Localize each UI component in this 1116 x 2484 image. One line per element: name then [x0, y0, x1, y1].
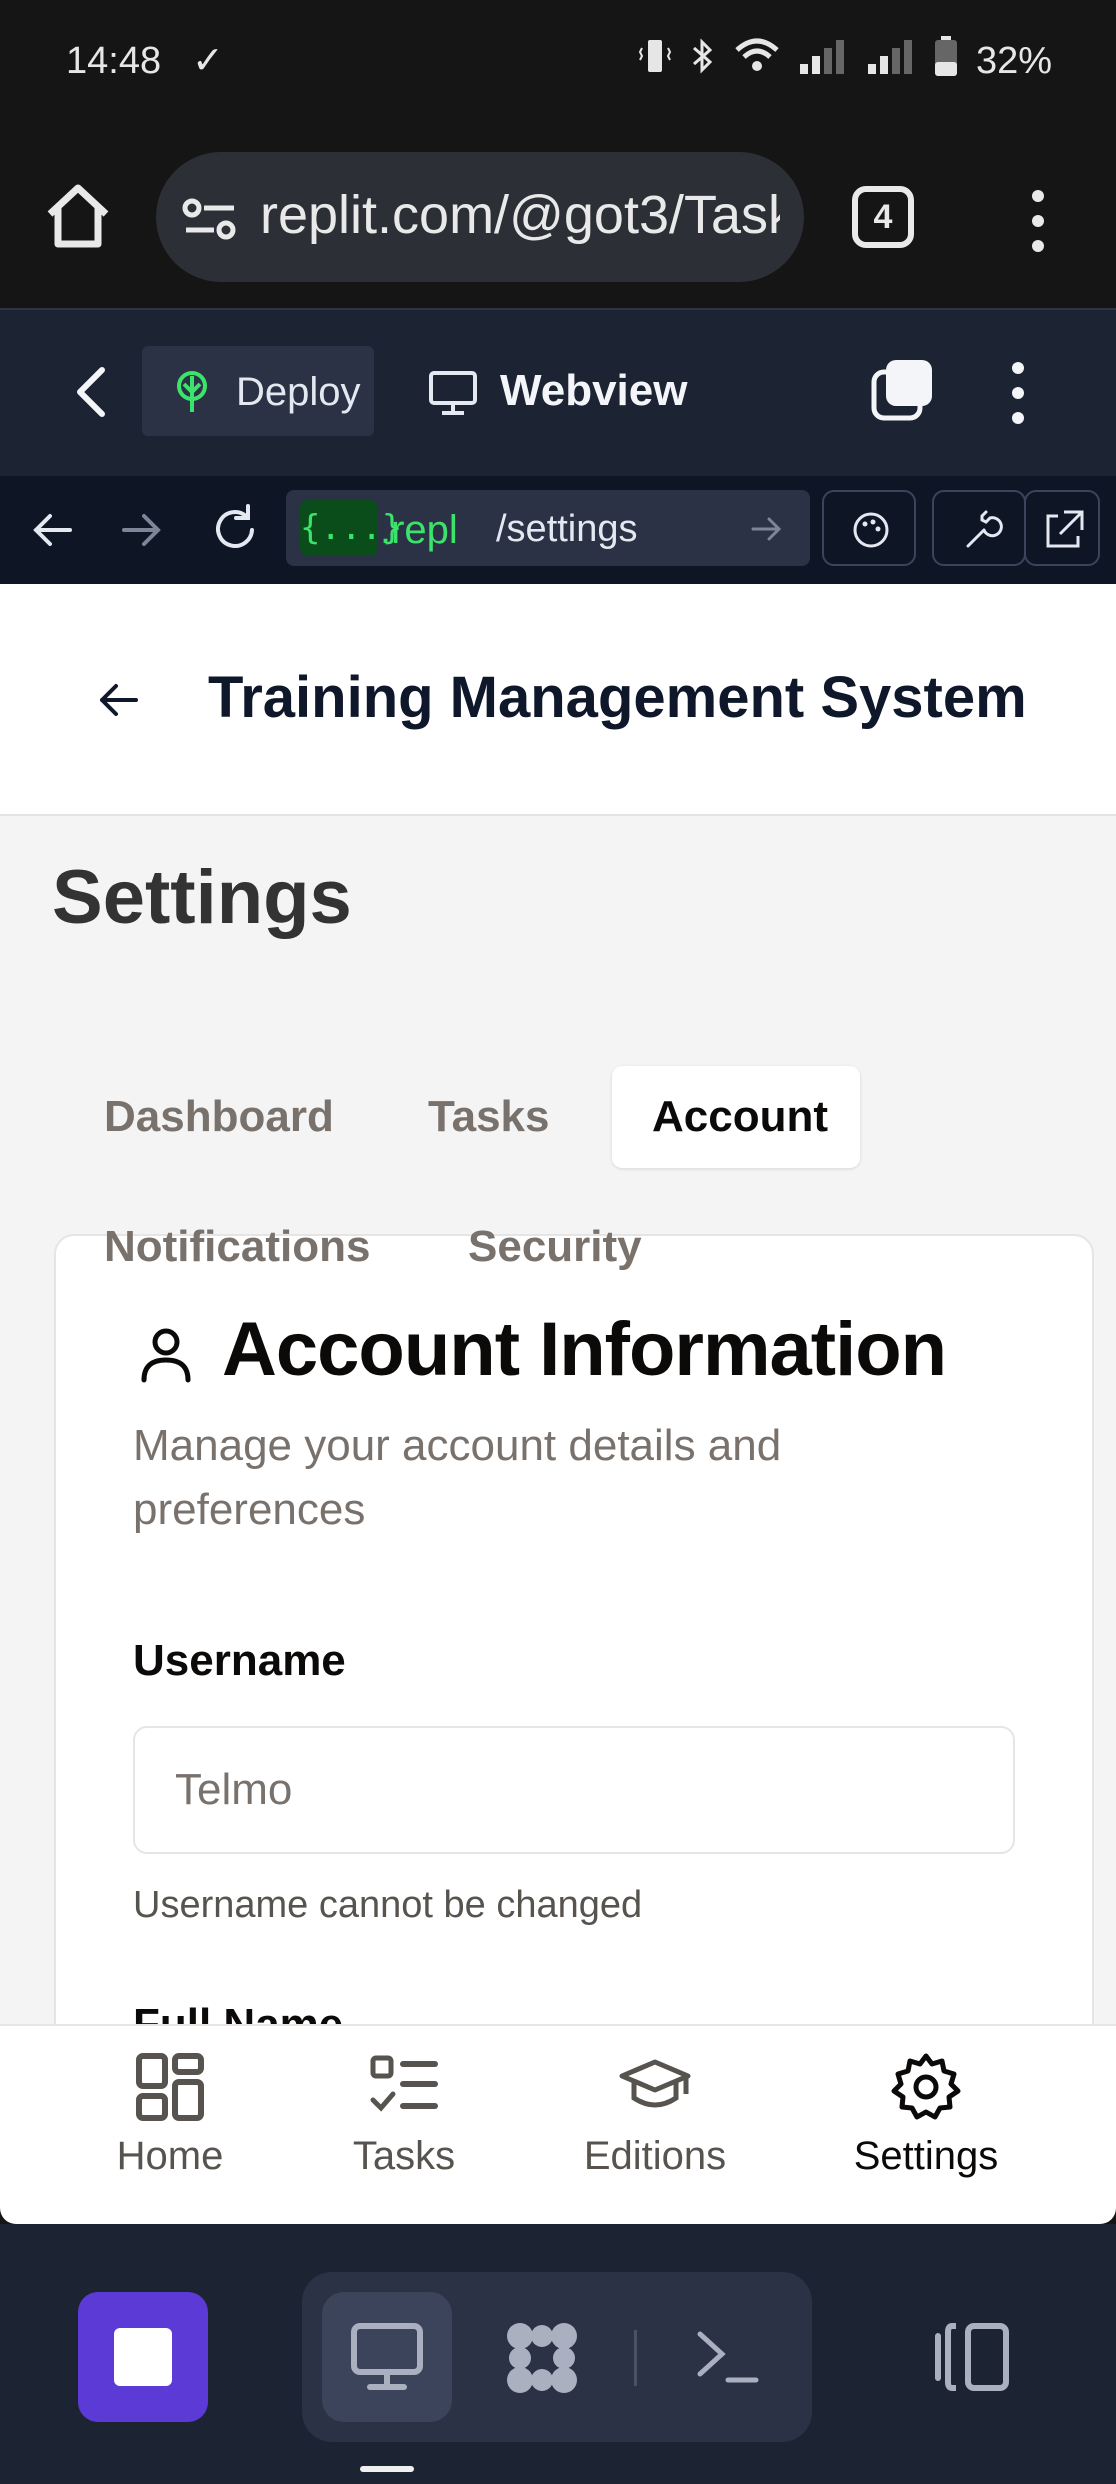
- monitor-icon: [350, 2322, 424, 2397]
- signal-icon: [798, 36, 848, 86]
- wifi-icon: [734, 36, 780, 86]
- theme-button[interactable]: [822, 490, 916, 566]
- webview-tab[interactable]: Webview: [500, 366, 687, 416]
- bluetooth-icon: [690, 36, 716, 86]
- open-external-button[interactable]: [1024, 490, 1100, 566]
- nav-tasks[interactable]: Tasks: [304, 2052, 504, 2179]
- status-icons: 32%: [638, 36, 1052, 86]
- repl-badge: {...}: [300, 500, 402, 556]
- deploy-label: Deploy: [236, 370, 361, 414]
- deploy-tree-icon: [170, 370, 214, 419]
- username-input[interactable]: [133, 1726, 1015, 1854]
- nav-editions-label: Editions: [583, 2134, 727, 2178]
- tab-security[interactable]: Security: [468, 1222, 642, 1272]
- devtools-wrench-button[interactable]: [932, 490, 1026, 566]
- vibrate-icon: [638, 36, 672, 86]
- go-arrow-icon[interactable]: [750, 512, 784, 551]
- tab-account[interactable]: Account: [652, 1092, 828, 1142]
- arrow-right-icon[interactable]: [120, 508, 164, 557]
- grid-icon: [136, 2053, 204, 2121]
- card-title: Account Information: [222, 1307, 947, 1392]
- tab-switcher-button[interactable]: 4: [852, 186, 914, 248]
- checkmark-notification-icon: ✓: [192, 40, 224, 82]
- webview-path[interactable]: /settings: [496, 508, 638, 551]
- nav-settings-label: Settings: [853, 2134, 999, 2178]
- site-settings-icon[interactable]: [182, 196, 238, 249]
- monitor-icon: [428, 370, 478, 421]
- list-check-icon: [370, 2055, 438, 2112]
- nav-settings[interactable]: Settings: [826, 2052, 1026, 2179]
- battery-percent: 32%: [975, 39, 1052, 82]
- username-hint: Username cannot be changed: [133, 1884, 643, 1926]
- terminal-icon[interactable]: [696, 2324, 760, 2393]
- workspace-apps-icon[interactable]: [500, 2316, 584, 2405]
- status-time: 14:48: [66, 40, 162, 82]
- nav-editions[interactable]: Editions: [555, 2052, 755, 2179]
- arrow-left-icon[interactable]: [96, 678, 140, 722]
- repl-domain: .repl: [380, 508, 458, 552]
- divider: [634, 2330, 637, 2386]
- chevron-left-icon[interactable]: [70, 362, 110, 422]
- split-pane-icon[interactable]: [934, 2322, 1010, 2397]
- nav-tasks-label: Tasks: [352, 2134, 456, 2178]
- reload-icon[interactable]: [210, 504, 260, 559]
- battery-icon: [934, 36, 958, 86]
- nav-home[interactable]: Home: [70, 2052, 270, 2179]
- graduation-cap-icon: [619, 2059, 691, 2108]
- browser-menu-icon[interactable]: [1022, 186, 1054, 256]
- new-tab-icon[interactable]: [870, 358, 936, 424]
- signal-icon-2: [866, 36, 916, 86]
- user-icon: [138, 1324, 194, 1389]
- arrow-left-icon[interactable]: [30, 508, 74, 557]
- username-label: Username: [133, 1636, 346, 1685]
- tab-notifications[interactable]: Notifications: [104, 1222, 370, 1272]
- replit-menu-icon[interactable]: [1006, 358, 1030, 428]
- card-description: Manage your account details and preferen…: [133, 1421, 782, 1534]
- app-title: Training Management System: [208, 665, 1027, 730]
- home-icon[interactable]: [40, 178, 116, 254]
- page-title: Settings: [52, 855, 352, 940]
- stop-icon: [114, 2328, 172, 2386]
- url-text[interactable]: replit.com/@got3/Task: [260, 184, 780, 246]
- nav-home-label: Home: [116, 2134, 224, 2178]
- tab-tasks[interactable]: Tasks: [428, 1092, 550, 1142]
- gesture-handle[interactable]: [360, 2466, 414, 2472]
- tab-dashboard[interactable]: Dashboard: [104, 1092, 334, 1142]
- gear-icon: [891, 2053, 961, 2120]
